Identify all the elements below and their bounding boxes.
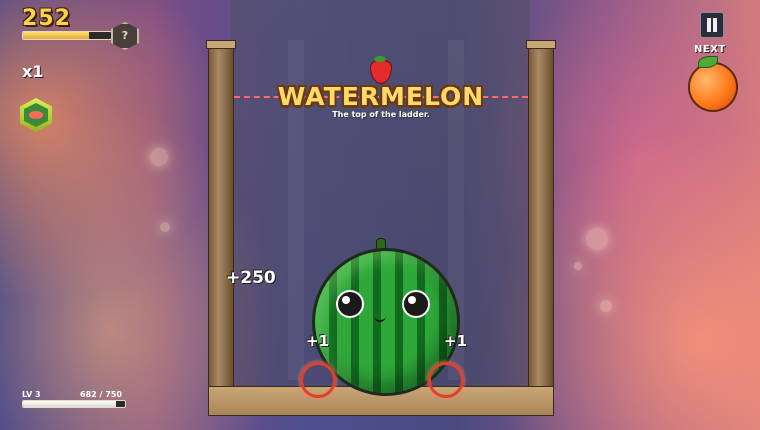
bokeh-light (574, 262, 582, 270)
next-fruit-orange-icon (688, 62, 738, 112)
watermelon-slice-icon (24, 103, 48, 127)
score-progress-fill (23, 32, 89, 39)
score-progress-bar (22, 31, 112, 40)
fruit-subtitle: The top of the ladder. (332, 110, 430, 119)
pause-button[interactable] (700, 12, 724, 38)
next-label: NEXT (694, 44, 726, 55)
bokeh-light (150, 148, 168, 166)
merge-effect-ring (428, 362, 464, 398)
left-wall-cap (206, 40, 236, 49)
help-button[interactable]: ? (111, 22, 139, 50)
bokeh-light (160, 222, 170, 232)
fruit-title: WATERMELON (277, 82, 485, 111)
score-value: 252 (22, 6, 71, 31)
bokeh-light (586, 228, 608, 250)
score-multiplier: x1 (22, 62, 44, 81)
right-wall-cap (526, 40, 556, 49)
score-popup-left: +1 (306, 332, 330, 350)
score-popup-big: +250 (226, 268, 276, 288)
game-board[interactable]: WATERMELON The top of the ladder. (206, 0, 556, 416)
xp-progress-bar (22, 400, 126, 408)
bokeh-light (600, 300, 612, 312)
level-label: LV 3 (22, 390, 41, 399)
xp-progress-fill (23, 401, 116, 407)
xp-label: 682 / 750 (80, 390, 122, 399)
score-popup-right: +1 (444, 332, 468, 350)
merge-effect-ring (300, 362, 336, 398)
watermelon-right-eye (402, 290, 430, 318)
watermelon-left-eye (336, 290, 364, 318)
powerup-button[interactable] (20, 98, 52, 132)
